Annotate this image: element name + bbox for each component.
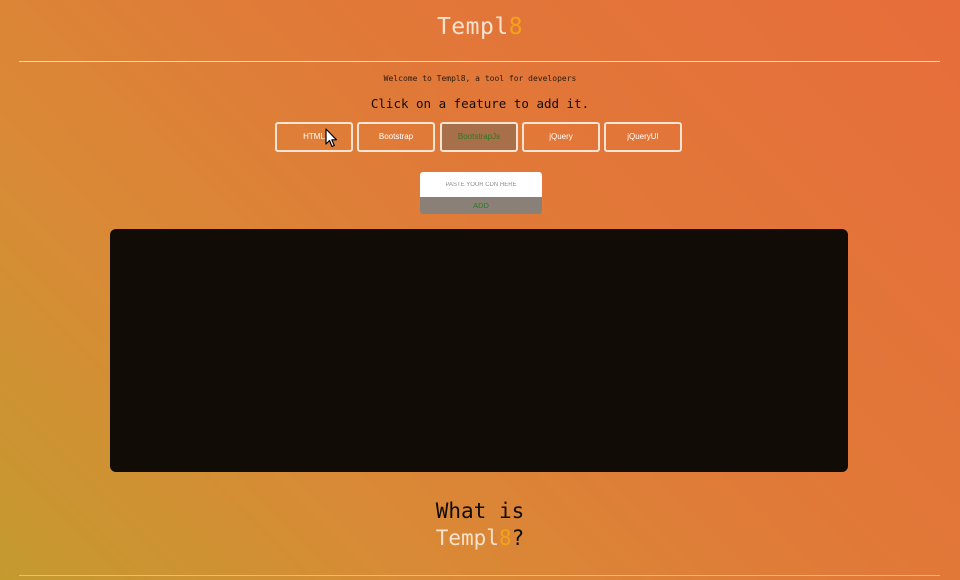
logo-accent: 8: [508, 14, 524, 40]
feature-buttons: HTML Bootstrap BootstrapJs jQuery jQuery…: [275, 122, 685, 152]
heading-brand-line: Templ8?: [0, 525, 960, 552]
feature-button-jqueryui[interactable]: jQueryUI: [604, 122, 682, 152]
welcome-message: Welcome to Templ8, a tool for developers: [383, 74, 577, 83]
heading-brand-accent: 8: [498, 526, 512, 550]
heading-text: What is: [435, 499, 525, 523]
feature-button-jquery[interactable]: jQuery: [522, 122, 600, 152]
cdn-input[interactable]: [420, 172, 542, 197]
heading-question-mark: ?: [511, 526, 525, 550]
section-divider: [19, 575, 940, 576]
section-heading: What is Templ8?: [0, 498, 960, 552]
feature-button-bootstrap[interactable]: Bootstrap: [357, 122, 435, 152]
instructions-text: Click on a feature to add it.: [370, 96, 590, 111]
logo-text: Templ: [436, 14, 509, 40]
code-editor[interactable]: [110, 229, 848, 472]
site-logo: Templ8: [0, 14, 960, 40]
add-button[interactable]: ADD: [420, 197, 542, 214]
feature-button-bootstrapjs[interactable]: BootstrapJs: [440, 122, 518, 152]
feature-button-html[interactable]: HTML: [275, 122, 353, 152]
heading-brand: Templ: [435, 526, 499, 550]
header-divider: [19, 61, 940, 62]
